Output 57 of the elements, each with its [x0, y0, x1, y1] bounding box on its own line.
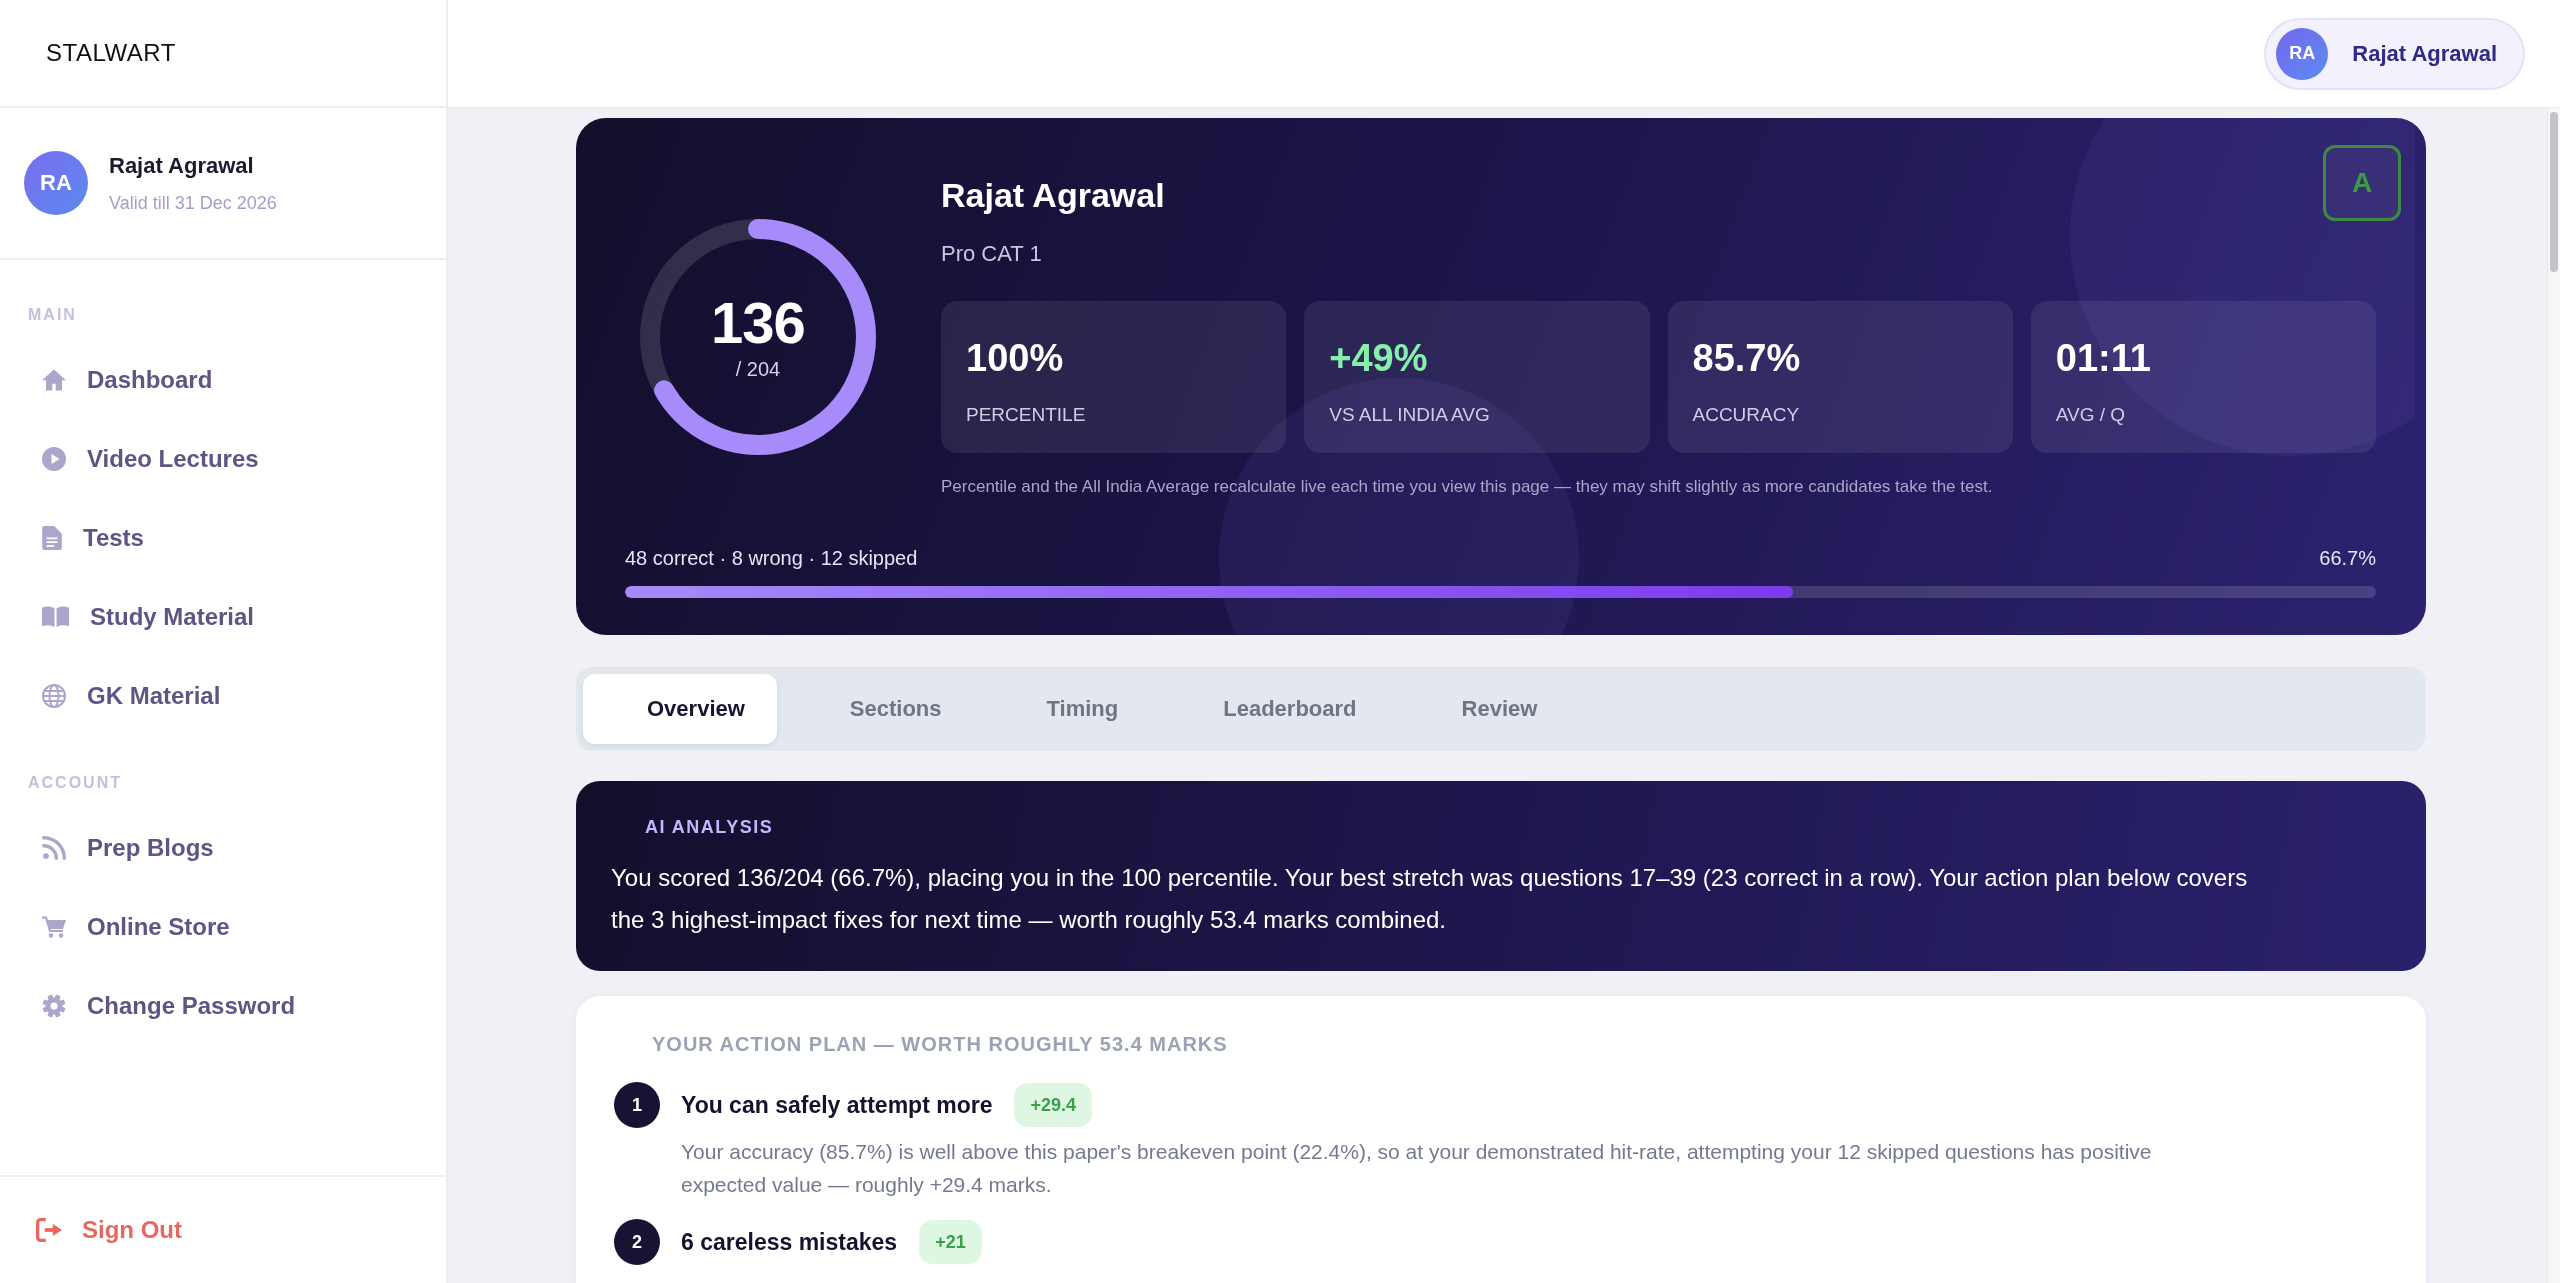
user-avatar: RA [2276, 27, 2329, 80]
tab[interactable]: Sections [785, 674, 974, 744]
stat-label: AVG / Q [2055, 404, 2126, 426]
document-icon [42, 525, 62, 550]
globe-icon [42, 683, 66, 708]
step-title: You can safely attempt more [681, 1091, 993, 1119]
tab[interactable]: Overview [583, 674, 777, 744]
score-total: / 204 [735, 358, 781, 381]
brand-logo: STALWART [46, 39, 176, 67]
step-number: 1 [614, 1082, 660, 1128]
answer-breakdown: 48 correct · 8 wrong · 12 skipped [625, 546, 918, 570]
nav-item[interactable]: Prep Blogs [0, 808, 432, 887]
gain-badge: +21 [919, 1220, 982, 1264]
score-value: 136 [711, 292, 805, 354]
gain-badge: +29.4 [1014, 1083, 1092, 1127]
step-number: 2 [614, 1219, 660, 1265]
nav-item[interactable]: Video Lectures [0, 419, 432, 498]
score-percent: 66.7% [2319, 546, 2376, 570]
tab[interactable]: Review [1397, 674, 1570, 744]
user-menu-button[interactable]: RA Rajat Agrawal [2264, 17, 2525, 90]
scrollbar-thumb[interactable] [2550, 112, 2558, 272]
stat-label: PERCENTILE [966, 404, 1086, 426]
book-icon [42, 606, 69, 627]
ai-analysis-text: You scored 136/204 (66.7%), placing you in the 100 percentile. Your best stretch was questions 17–39 (23 correct in a row). Your action plan below covers the 3 highest-impact fixes for next time — worth roughly 53.4 marks combined. [611, 863, 2249, 935]
nav-item[interactable]: Online Store [0, 887, 432, 966]
step-description: Your accuracy (85.7%) is well above this paper's breakeven point (22.4%), so at your demonstrated hit-rate, attempting your 12 skipped questions has positive expected value — roughly +29.4 marks. [681, 1139, 2153, 1198]
play-icon [42, 446, 66, 471]
test-name: Pro CAT 1 [941, 241, 1042, 267]
candidate-name: Rajat Agrawal [941, 175, 1165, 215]
stat-label: ACCURACY [1692, 404, 1800, 426]
nav-section-heading: ACCOUNT [27, 773, 122, 793]
stat-label: VS ALL INDIA AVG [1329, 404, 1490, 426]
grade-badge: A [2323, 145, 2401, 221]
cart-icon [42, 914, 66, 939]
action-plan-heading: YOUR ACTION PLAN — WORTH ROUGHLY 53.4 MARKS [652, 1034, 1228, 1054]
stat-value: 01:11 [2055, 336, 2151, 380]
stat-value: +49% [1329, 336, 1428, 380]
membership-validity: Valid till 31 Dec 2026 [109, 192, 277, 214]
profile-name: Rajat Agrawal [109, 152, 255, 179]
rss-icon [42, 835, 66, 860]
ai-analysis-heading: AI ANALYSIS [645, 817, 774, 837]
tab[interactable]: Leaderboard [1159, 674, 1389, 744]
recalculation-note: Percentile and the All India Average recalculate live each time you view this page — they may shift slightly as more candidates take the test. [941, 476, 1993, 498]
nav-item[interactable]: Dashboard [0, 340, 432, 419]
gear-icon [42, 993, 66, 1018]
stat-value: 85.7% [1692, 336, 1801, 380]
home-icon [42, 367, 66, 392]
profile-avatar: RA [24, 151, 88, 215]
nav-section-heading: MAIN [27, 305, 77, 325]
nav-item[interactable]: Study Material [0, 577, 432, 656]
step-title: 6 careless mistakes [681, 1228, 898, 1256]
nav-item[interactable]: Change Password [0, 966, 432, 1045]
nav-item[interactable]: Tests [0, 498, 432, 577]
tab[interactable]: Timing [982, 674, 1151, 744]
nav-item[interactable]: GK Material [0, 656, 432, 735]
stat-value: 100% [966, 336, 1064, 380]
sign-out-icon [36, 1218, 62, 1242]
